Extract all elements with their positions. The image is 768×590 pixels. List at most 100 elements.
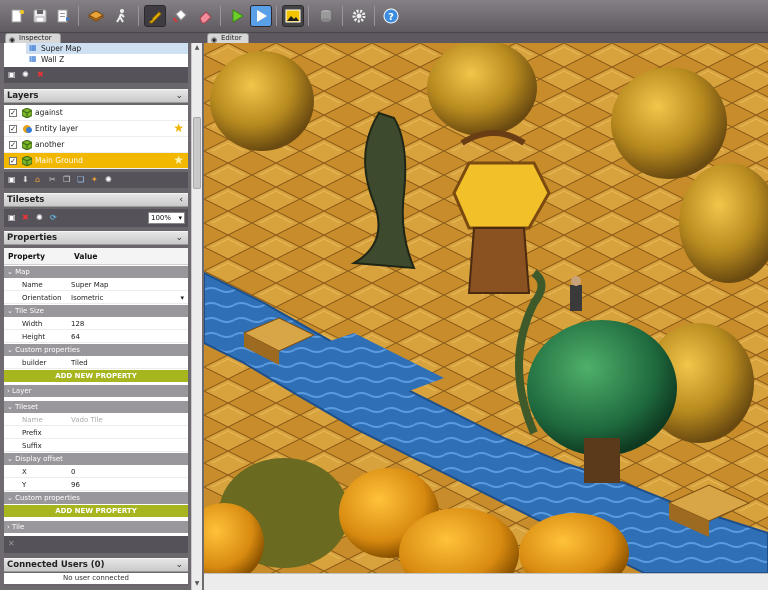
tools-icon[interactable]: ✕: [8, 539, 15, 549]
save-icon[interactable]: [29, 5, 51, 27]
section-tile-size[interactable]: ⌄ Tile Size: [4, 305, 188, 317]
layer-row-selected[interactable]: ✓ Main Ground ★: [4, 153, 188, 169]
tree-actions: ▣ ✺ ✖: [4, 67, 188, 83]
delete-icon[interactable]: ✖: [22, 213, 29, 223]
scroll-up-icon[interactable]: ▲: [193, 44, 201, 52]
add-tileset-icon[interactable]: ▣: [8, 213, 16, 223]
map-editor-canvas[interactable]: [204, 43, 768, 573]
inspector-panel: ▦ Super Map ▦ Wall Z ▣ ✺ ✖ Layers ⌄ ✓ aga…: [4, 43, 188, 586]
cube-icon: [22, 108, 32, 118]
layer-row[interactable]: ✓ against: [4, 105, 188, 121]
fill-icon[interactable]: [169, 5, 191, 27]
dropdown-arrow-icon: ▾: [178, 214, 182, 222]
add-property-button[interactable]: ADD NEW PROPERTY: [4, 505, 188, 517]
scroll-thumb[interactable]: [193, 117, 201, 189]
svg-text:?: ?: [388, 12, 394, 23]
prop-row[interactable]: Height 64: [4, 331, 188, 343]
section-display-offset[interactable]: ⌄ Display offset: [4, 453, 188, 465]
editor-status-bar: [204, 573, 768, 590]
layer-tool-icon[interactable]: [85, 5, 107, 27]
tab-inspector[interactable]: ◉ Inspector: [5, 33, 61, 44]
collapse-icon: ⌄: [7, 455, 16, 463]
layer-actions: ▣ ⬇ ⌂ ✂ ❐ ❏ ✦ ✺: [4, 172, 188, 188]
settings-icon[interactable]: [348, 5, 370, 27]
cube-icon: [22, 140, 32, 150]
copy-icon[interactable]: ❐: [63, 175, 70, 185]
main-toolbar: ?: [0, 0, 768, 33]
database-icon[interactable]: [315, 5, 337, 27]
properties-header[interactable]: Properties ⌄: [4, 231, 188, 245]
add-property-button[interactable]: ADD NEW PROPERTY: [4, 370, 188, 382]
layer-checkbox[interactable]: ✓: [9, 141, 17, 149]
prop-row[interactable]: Prefix: [4, 427, 188, 439]
layer-checkbox[interactable]: ✓: [9, 157, 17, 165]
gear-icon[interactable]: ✺: [36, 213, 43, 223]
star-icon[interactable]: ★: [173, 153, 184, 168]
map-icon: ▦: [29, 54, 37, 63]
layers-header[interactable]: Layers ⌄: [4, 89, 188, 103]
play-step-icon[interactable]: [250, 5, 272, 27]
new-icon[interactable]: [6, 5, 28, 27]
tree-item-wall-z[interactable]: ▦ Wall Z: [26, 54, 188, 65]
chevron-left-icon[interactable]: ‹: [179, 194, 183, 207]
duplicate-icon[interactable]: ❏: [77, 175, 84, 185]
add-map-icon[interactable]: ▣: [8, 70, 16, 80]
section-tileset[interactable]: ⌄ Tileset: [4, 401, 188, 413]
section-map[interactable]: ⌄ Map: [4, 266, 188, 278]
section-layer[interactable]: › Layer: [4, 385, 188, 397]
prop-row[interactable]: Name Super Map: [4, 279, 188, 291]
image-icon[interactable]: [282, 5, 304, 27]
section-tile[interactable]: › Tile: [4, 521, 188, 533]
connected-users-header[interactable]: Connected Users (0) ⌄: [4, 558, 188, 572]
play-icon[interactable]: [226, 5, 248, 27]
cut-icon[interactable]: ✂: [49, 175, 56, 185]
properties-table: Property Value ⌄ Map Name Super Map Orien…: [4, 248, 188, 538]
chevron-down-icon[interactable]: ⌄: [175, 232, 183, 245]
prop-row[interactable]: X0: [4, 466, 188, 478]
eraser-icon[interactable]: [194, 5, 216, 27]
inspector-scrollbar[interactable]: ▲ ▼: [191, 43, 202, 590]
cube-icon: [22, 156, 32, 166]
delete-icon[interactable]: ✖: [37, 70, 44, 80]
collapse-icon: ⌄: [7, 268, 16, 276]
prop-row[interactable]: builder Tiled: [4, 357, 188, 369]
chevron-down-icon[interactable]: ⌄: [175, 559, 183, 572]
prop-row[interactable]: Name Vado Tile: [4, 414, 188, 426]
help-icon[interactable]: ?: [380, 5, 402, 27]
refresh-icon[interactable]: ⟳: [50, 213, 57, 223]
gear-icon[interactable]: ✺: [22, 70, 29, 80]
home-icon[interactable]: ⌂: [35, 175, 40, 185]
layer-checkbox[interactable]: ✓: [9, 125, 17, 133]
tree-item-super-map[interactable]: ▦ Super Map: [26, 43, 188, 54]
section-custom-properties[interactable]: ⌄ Custom properties: [4, 492, 188, 504]
export-icon[interactable]: [52, 5, 74, 27]
layer-row[interactable]: ✓ another: [4, 137, 188, 153]
prop-row[interactable]: Suffix: [4, 440, 188, 452]
star-icon[interactable]: ★: [173, 121, 184, 136]
pencil-icon[interactable]: [144, 5, 166, 27]
properties-actions: ✕: [4, 536, 188, 553]
zoom-select[interactable]: 100% ▾: [148, 212, 185, 224]
scroll-down-icon[interactable]: ▼: [193, 580, 201, 588]
chevron-down-icon[interactable]: ⌄: [175, 90, 183, 103]
add-layer-icon[interactable]: ▣: [8, 175, 16, 185]
prop-row[interactable]: Orientation Isometric ▾: [4, 292, 188, 304]
gear-icon[interactable]: ✺: [105, 175, 112, 185]
merge-icon[interactable]: ✦: [91, 175, 98, 185]
isometric-map[interactable]: [204, 43, 768, 573]
layer-row[interactable]: ✓ Entity layer ★: [4, 121, 188, 137]
prop-row[interactable]: Width 128: [4, 318, 188, 330]
dropdown-arrow-icon[interactable]: ▾: [180, 292, 184, 304]
collapse-icon: ⌄: [7, 307, 16, 315]
collapse-icon: ⌄: [7, 494, 16, 502]
layer-checkbox[interactable]: ✓: [9, 109, 17, 117]
move-down-icon[interactable]: ⬇: [22, 175, 29, 185]
map-icon: ▦: [29, 43, 37, 52]
walk-icon[interactable]: [110, 5, 132, 27]
section-custom-properties[interactable]: ⌄ Custom properties: [4, 344, 188, 356]
tab-editor[interactable]: ◉ Editor: [207, 33, 249, 44]
tilesets-header[interactable]: Tilesets ‹: [4, 193, 188, 207]
prop-row[interactable]: Y 96: [4, 479, 188, 491]
entity-icon: [23, 125, 32, 133]
properties-table-header: Property Value: [4, 248, 188, 265]
